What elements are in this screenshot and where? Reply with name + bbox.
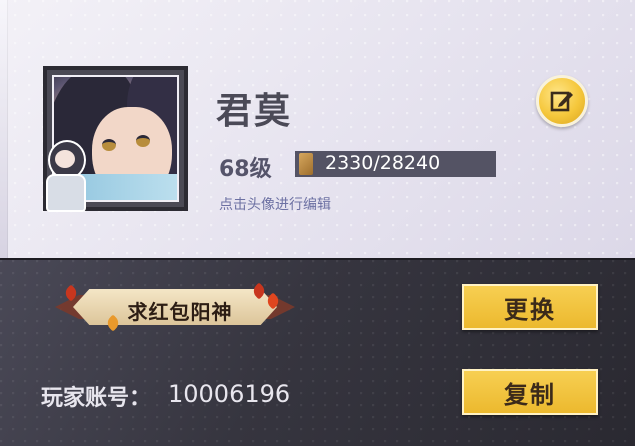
player-level: 68级	[219, 157, 272, 182]
edit-button[interactable]	[536, 75, 588, 127]
player-name: 君莫	[216, 91, 293, 132]
account-id: 10006196	[168, 380, 291, 408]
account-label: 玩家账号：	[41, 386, 152, 411]
exp-book-icon	[299, 153, 313, 175]
chibi-character-icon	[40, 140, 88, 212]
edit-hint: 点击头像进行编辑	[219, 197, 331, 213]
title-badge-text: 求红包阳神	[127, 300, 233, 324]
exp-value: 2330/28240	[325, 152, 441, 174]
change-title-button[interactable]: 更换	[462, 284, 598, 330]
panel-edge	[0, 0, 8, 258]
title-badge: 求红包阳神	[55, 282, 295, 332]
copy-account-button[interactable]: 复制	[462, 369, 598, 415]
edit-pencil-icon	[550, 91, 573, 112]
